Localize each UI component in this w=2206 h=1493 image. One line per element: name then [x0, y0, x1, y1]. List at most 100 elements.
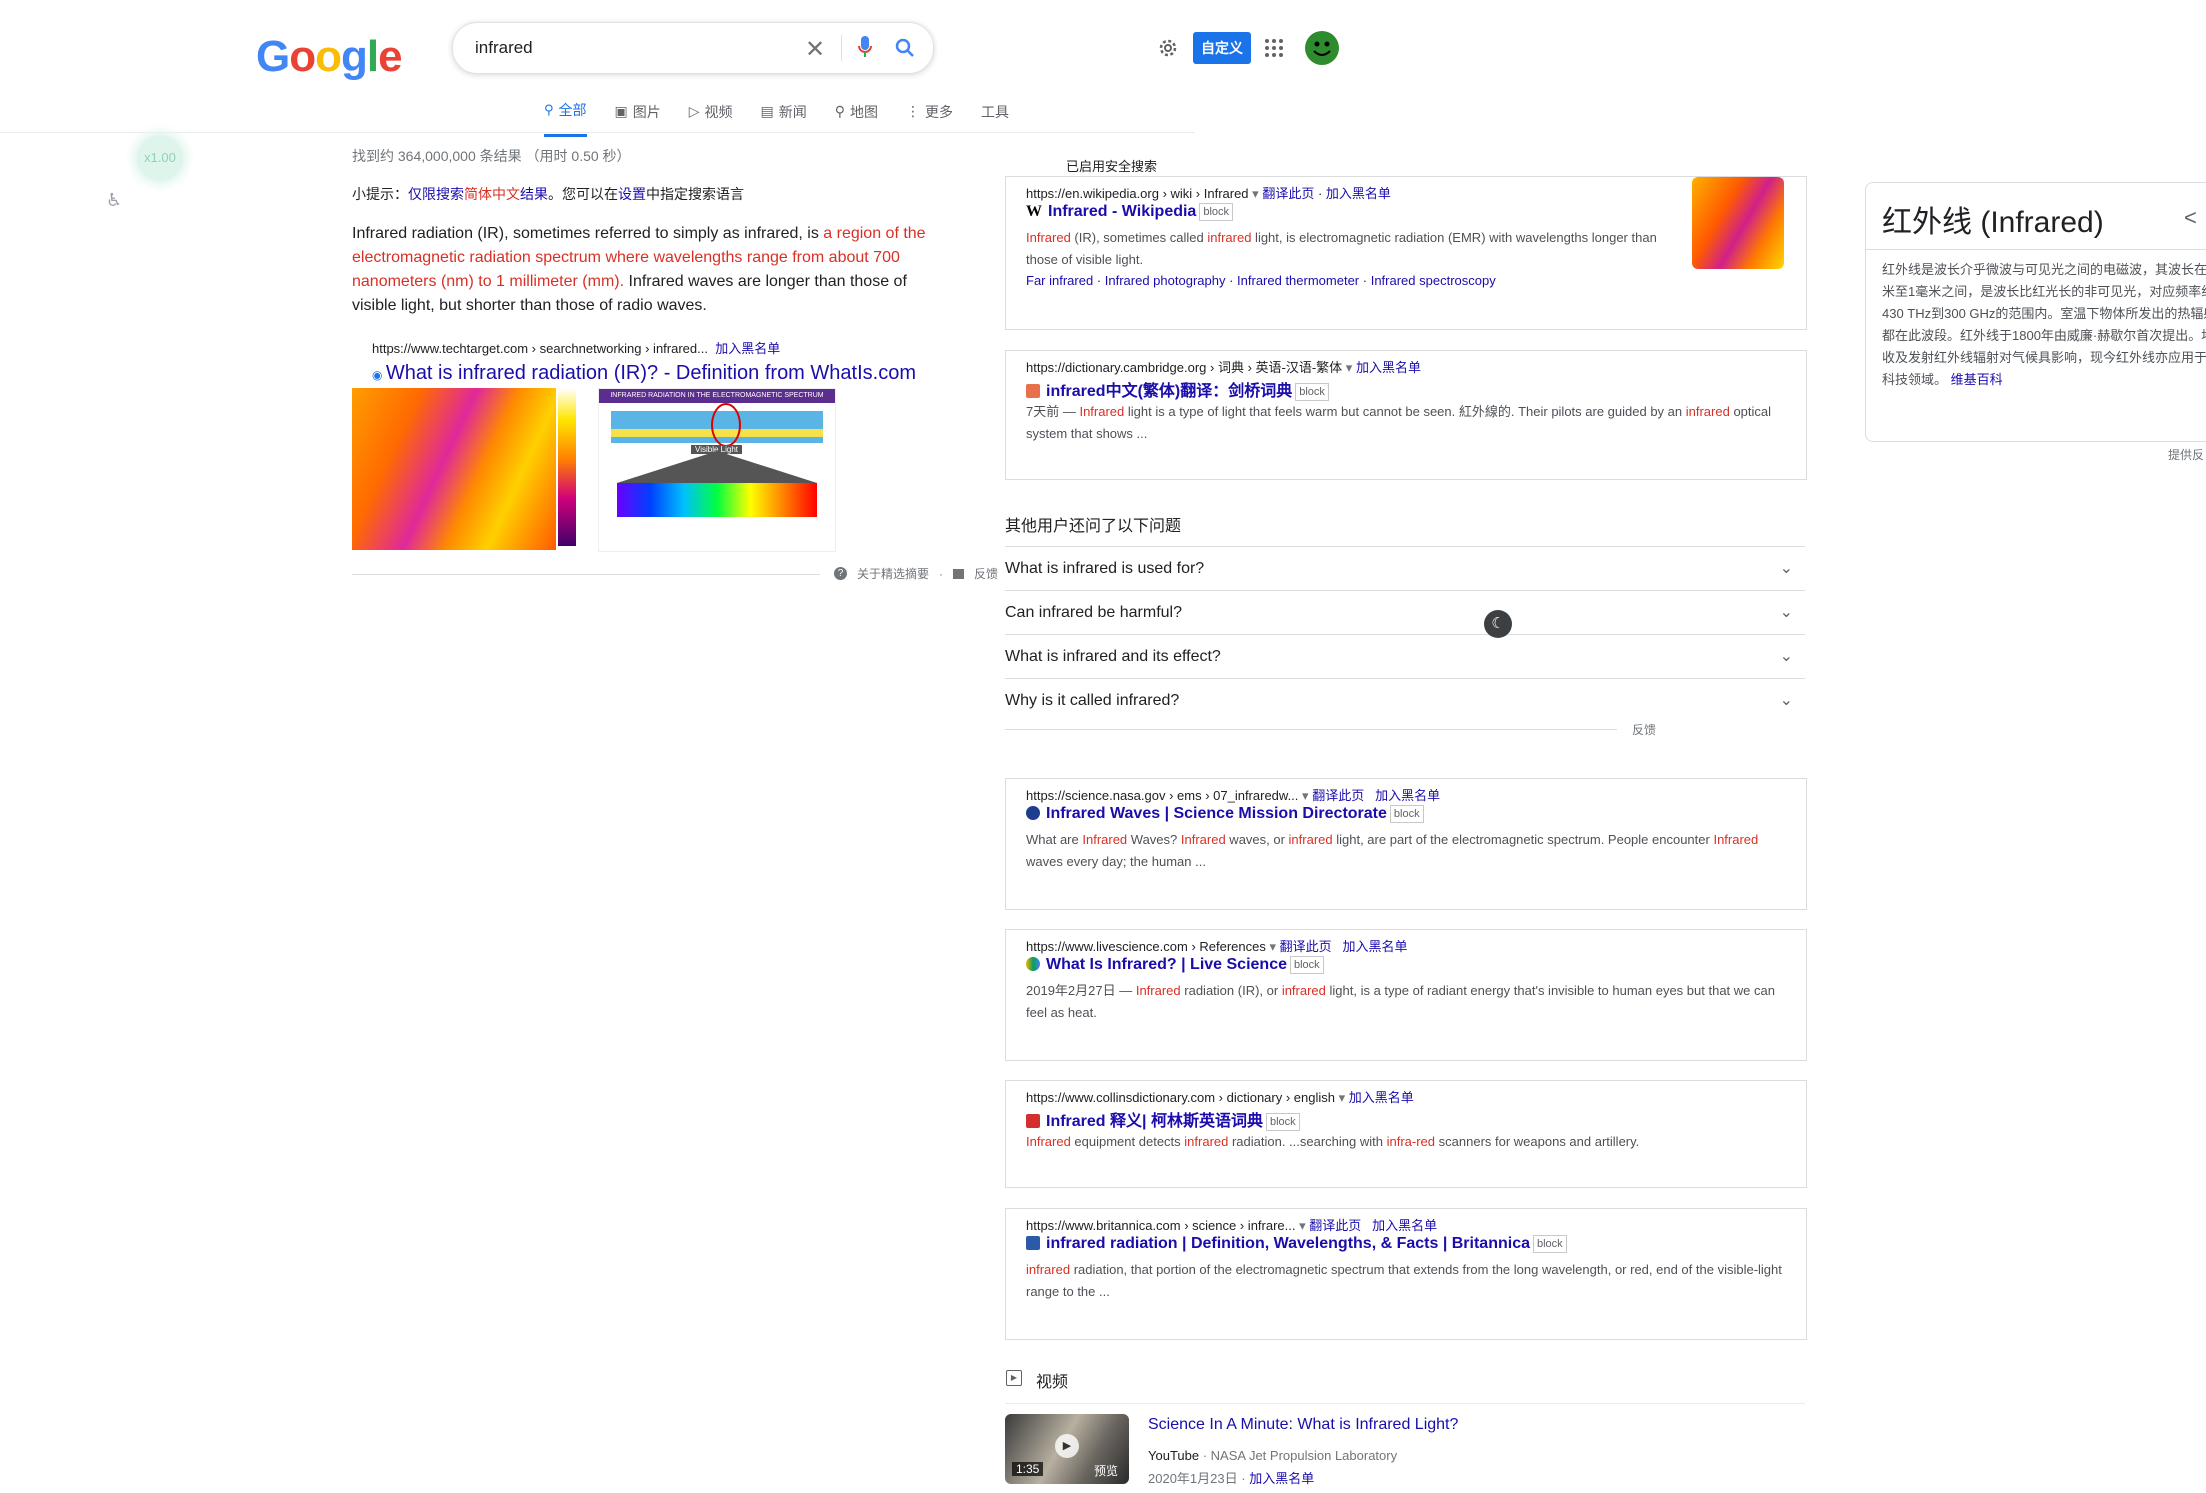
- dropdown-icon[interactable]: ▾: [1302, 788, 1309, 803]
- featured-title-link[interactable]: ◉ What is infrared radiation (IR)? - Def…: [372, 362, 916, 385]
- zoom-badge[interactable]: x1.00: [137, 135, 183, 181]
- snippet-text: radiation, that portion of the electroma…: [1026, 1262, 1782, 1299]
- paa-question[interactable]: Why is it called infrared? ⌄: [1005, 678, 1805, 723]
- accessibility-icon[interactable]: ♿: [106, 190, 122, 211]
- result-title-link[interactable]: W Infrared - Wikipedia block: [1026, 203, 1234, 221]
- translate-link[interactable]: 翻译此页: [1280, 939, 1332, 954]
- feedback-icon[interactable]: [953, 568, 965, 579]
- result-card: https://www.britannica.com › science › i…: [1005, 1208, 1807, 1340]
- favicon-icon: ◉: [372, 368, 386, 382]
- blacklist-link[interactable]: 加入黑名单: [1356, 360, 1421, 375]
- translate-link[interactable]: 翻译此页: [1312, 788, 1364, 803]
- url-text: https://dictionary.cambridge.org › 词典 › …: [1026, 360, 1343, 375]
- spectrum-banner: INFRARED RADIATION IN THE ELECTROMAGNETI…: [599, 389, 835, 403]
- sitelink[interactable]: Infrared photography: [1105, 273, 1226, 288]
- tip-link-results[interactable]: 结果: [520, 186, 548, 202]
- block-badge[interactable]: block: [1389, 805, 1424, 823]
- blacklist-link[interactable]: 加入黑名单: [715, 341, 780, 356]
- snippet-text: What are: [1026, 832, 1083, 847]
- blacklist-link[interactable]: 加入黑名单: [1343, 939, 1408, 954]
- block-badge[interactable]: block: [1265, 1113, 1300, 1131]
- paa-heading: 其他用户还问了以下问题: [1005, 518, 1182, 535]
- result-thumbnail[interactable]: [1692, 177, 1784, 269]
- paa-question[interactable]: What is infrared is used for? ⌄: [1005, 546, 1805, 591]
- snippet-keyword: Infrared: [1079, 404, 1125, 419]
- block-badge[interactable]: block: [1290, 956, 1324, 974]
- result-title-link[interactable]: Infrared 释义| 柯林斯英语词典 block: [1026, 1107, 1300, 1131]
- about-featured-snippet[interactable]: 关于精选摘要: [857, 565, 929, 582]
- video-preview-label[interactable]: 预览: [1094, 1462, 1118, 1479]
- snippet-keyword: infra-red: [1386, 1134, 1436, 1149]
- result-title-link[interactable]: infrared中文(繁体)翻译：剑桥词典 block: [1026, 377, 1329, 401]
- customize-button[interactable]: 自定义: [1193, 32, 1251, 64]
- result-title-link[interactable]: infrared radiation | Definition, Wavelen…: [1026, 1235, 1567, 1253]
- mic-icon[interactable]: [857, 35, 873, 66]
- apps-icon[interactable]: [1264, 38, 1284, 63]
- snippet-keyword: infrared: [1685, 404, 1730, 419]
- paa-question-text: Why is it called infrared?: [1005, 692, 1180, 709]
- avatar[interactable]: [1305, 31, 1339, 65]
- blacklist-link[interactable]: 加入黑名单: [1372, 1218, 1437, 1233]
- infrared-highlight-circle: [711, 403, 741, 447]
- knowledge-panel-feedback[interactable]: 提供反: [2168, 446, 2204, 463]
- block-badge[interactable]: block: [1295, 383, 1329, 401]
- sitelink[interactable]: Infrared spectroscopy: [1371, 273, 1496, 288]
- tip-link-only-search[interactable]: 仅限搜索: [408, 186, 464, 202]
- google-logo[interactable]: Google: [256, 32, 403, 82]
- sitelink[interactable]: Infrared thermometer: [1237, 273, 1359, 288]
- nav-divider: [0, 132, 1195, 133]
- blacklist-link[interactable]: 加入黑名单: [1349, 1090, 1414, 1105]
- dropdown-icon[interactable]: ▾: [1299, 1218, 1306, 1233]
- result-title: infrared radiation | Definition, Wavelen…: [1046, 1235, 1530, 1252]
- video-icon: ▶: [1006, 1370, 1022, 1386]
- help-icon[interactable]: ?: [834, 567, 847, 580]
- chevron-down-icon: ⌄: [1779, 560, 1793, 577]
- dark-mode-icon[interactable]: ☾: [1484, 610, 1512, 638]
- result-card: https://dictionary.cambridge.org › 词典 › …: [1005, 350, 1807, 480]
- block-badge[interactable]: block: [1199, 203, 1234, 221]
- paa-question-text: Can infrared be harmful?: [1005, 604, 1182, 621]
- dropdown-icon[interactable]: ▾: [1270, 939, 1277, 954]
- blacklist-link[interactable]: 加入黑名单: [1326, 186, 1391, 201]
- paa-question[interactable]: What is infrared and its effect? ⌄: [1005, 634, 1805, 679]
- result-title-link[interactable]: Infrared Waves | Science Mission Directo…: [1026, 805, 1424, 823]
- featured-divider: [352, 574, 820, 575]
- tip-link-simplified-chinese[interactable]: 简体中文: [464, 186, 520, 202]
- snippet-keyword: infrared: [1026, 1262, 1071, 1277]
- dropdown-icon[interactable]: ▾: [1346, 360, 1353, 375]
- result-title: infrared中文(繁体)翻译：剑桥词典: [1046, 383, 1293, 400]
- translate-link[interactable]: 翻译此页: [1262, 186, 1314, 201]
- search-input[interactable]: [473, 33, 777, 63]
- video-duration: 1:35: [1012, 1462, 1044, 1476]
- sitelink[interactable]: Far infrared: [1026, 273, 1093, 288]
- wikipedia-link[interactable]: 维基百科: [1951, 372, 2003, 387]
- thermal-image[interactable]: [352, 388, 556, 550]
- block-badge[interactable]: block: [1533, 1235, 1567, 1253]
- video-title-link[interactable]: Science In A Minute: What is Infrared Li…: [1148, 1416, 1458, 1434]
- knowledge-panel: 红外线 (Infrared) < 红外线是波长介乎微波与可见光之间的电磁波，其波…: [1865, 182, 2206, 442]
- result-card: https://www.livescience.com › References…: [1005, 929, 1807, 1061]
- dropdown-icon[interactable]: ▾: [1339, 1090, 1346, 1105]
- result-url: https://www.livescience.com › References…: [1026, 936, 1408, 955]
- result-title-link[interactable]: What Is Infrared? | Live Science block: [1026, 956, 1324, 974]
- translate-link[interactable]: 翻译此页: [1309, 1218, 1361, 1233]
- result-url: https://dictionary.cambridge.org › 词典 › …: [1026, 357, 1421, 376]
- result-snippet: Infrared (IR), sometimes called infrared…: [1026, 227, 1686, 271]
- tip-link-settings[interactable]: 设置: [618, 186, 646, 202]
- news-icon: ▤: [760, 103, 774, 119]
- blacklist-link[interactable]: 加入黑名单: [1375, 788, 1440, 803]
- snippet-text: 7天前 —: [1026, 404, 1080, 419]
- chevron-down-icon: ⌄: [1779, 692, 1793, 709]
- blacklist-link[interactable]: 加入黑名单: [1249, 1471, 1314, 1486]
- dropdown-icon[interactable]: ▾: [1252, 186, 1259, 201]
- share-icon[interactable]: <: [2184, 205, 2197, 231]
- search-icon[interactable]: [893, 36, 917, 65]
- paa-feedback-link[interactable]: 反馈: [1632, 721, 1656, 738]
- url-text: https://en.wikipedia.org › wiki › Infrar…: [1026, 186, 1249, 201]
- spectrum-diagram-image[interactable]: INFRARED RADIATION IN THE ELECTROMAGNETI…: [598, 388, 836, 552]
- gear-icon[interactable]: [1156, 36, 1180, 65]
- clear-icon[interactable]: ✕: [805, 35, 825, 64]
- video-date: 2020年1月23日: [1148, 1471, 1238, 1486]
- paa-question[interactable]: Can infrared be harmful? ⌄: [1005, 590, 1805, 635]
- feedback-link[interactable]: 反馈: [974, 565, 998, 582]
